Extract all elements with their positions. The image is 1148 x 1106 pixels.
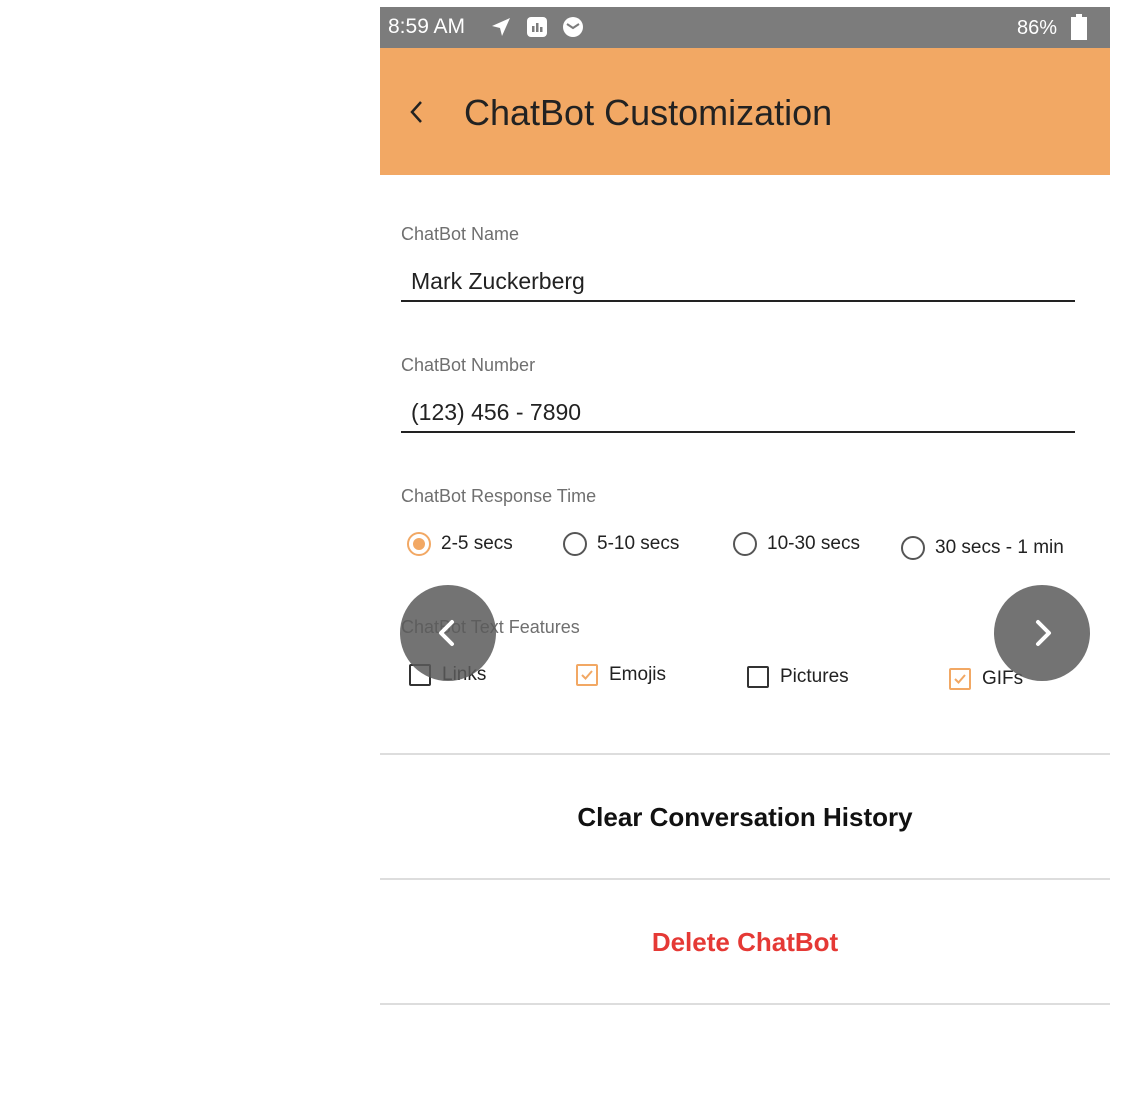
back-arrow-icon (410, 101, 422, 123)
chatbot-number-input[interactable] (401, 393, 1075, 433)
chatbot-name-input[interactable] (401, 262, 1075, 302)
checkmark-icon (954, 674, 966, 684)
delete-chatbot-button[interactable]: Delete ChatBot (380, 912, 1110, 972)
radio-label: 5-10 secs (597, 533, 680, 554)
page-title: ChatBot Customization (464, 92, 833, 133)
app-bar: ChatBot Customization (380, 48, 1110, 175)
radio-button (901, 536, 925, 560)
divider (380, 878, 1110, 880)
checkbox-label: Pictures (780, 666, 849, 687)
radio-button-selected (407, 532, 431, 556)
app-icon (526, 16, 548, 38)
carousel-next-button[interactable] (994, 585, 1090, 681)
radio-label: 2-5 secs (441, 533, 513, 554)
checkbox-box (747, 666, 769, 688)
chatbot-number-label: ChatBot Number (401, 355, 536, 375)
chatbot-name-label: ChatBot Name (401, 224, 520, 244)
phone-screen: 8:59 AM 86% ChatBot Customization ChatBo… (380, 7, 1110, 1007)
status-bar: 8:59 AM 86% (380, 7, 1110, 48)
divider (380, 753, 1110, 755)
radio-label: 30 secs - 1 min (935, 537, 1064, 558)
checkbox-box-checked (576, 664, 598, 686)
radio-button (733, 532, 757, 556)
chevron-right-icon (1036, 620, 1051, 646)
checkbox-pictures[interactable]: Pictures (747, 662, 849, 692)
radio-button (563, 532, 587, 556)
back-button[interactable] (402, 92, 432, 132)
battery-icon (1071, 14, 1087, 40)
radio-30-secs-1-min[interactable]: 30 secs - 1 min (901, 533, 1064, 563)
radio-2-5-secs[interactable]: 2-5 secs (407, 529, 513, 559)
radio-10-30-secs[interactable]: 10-30 secs (733, 529, 860, 559)
clear-conversation-history-button[interactable]: Clear Conversation History (380, 787, 1110, 847)
status-time: 8:59 AM (388, 15, 466, 38)
carousel-prev-button[interactable] (400, 585, 496, 681)
divider (380, 1003, 1110, 1005)
battery-percentage: 86% (1017, 17, 1058, 39)
radio-5-10-secs[interactable]: 5-10 secs (563, 529, 679, 559)
response-time-label: ChatBot Response Time (401, 486, 597, 506)
checkbox-label: Emojis (609, 664, 667, 685)
mail-icon (562, 16, 584, 38)
send-icon (490, 16, 512, 38)
radio-label: 10-30 secs (767, 533, 860, 554)
checkmark-icon (581, 670, 593, 680)
checkbox-box-checked (949, 668, 971, 690)
chevron-left-icon (439, 620, 454, 646)
checkbox-emojis[interactable]: Emojis (576, 660, 666, 690)
